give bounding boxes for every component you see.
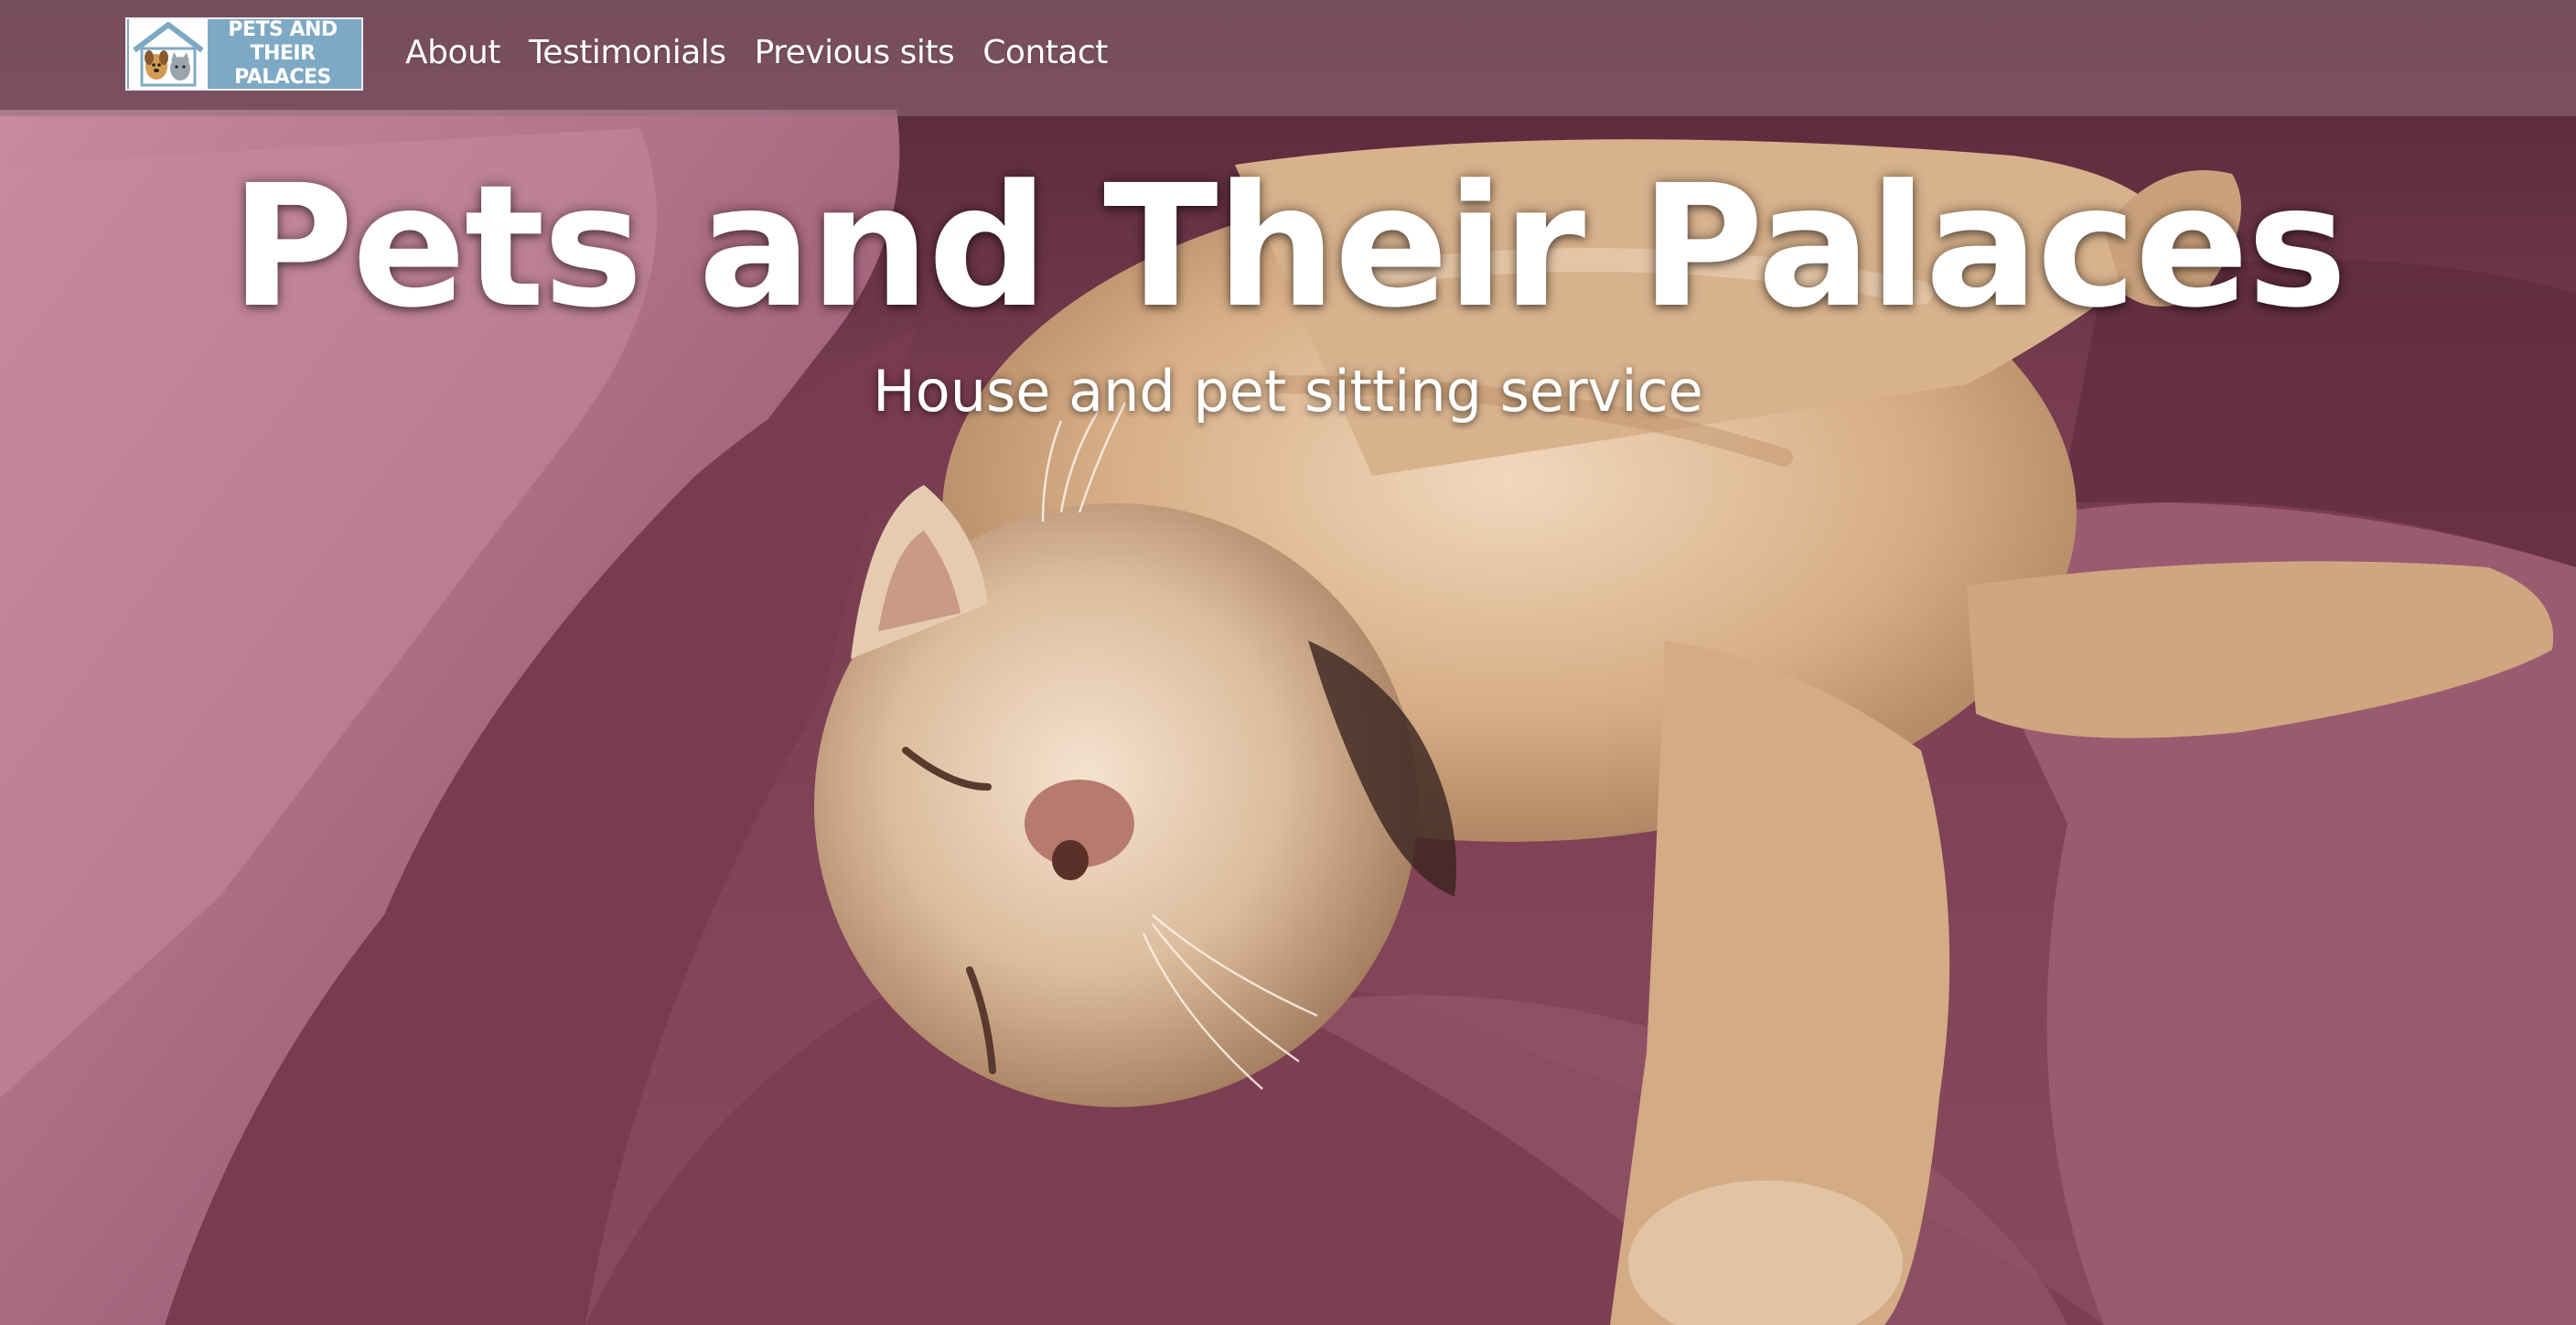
nav-link-previous-sits[interactable]: Previous sits <box>755 27 955 79</box>
logo-text-line1: PETS AND THEIR <box>228 18 338 65</box>
logo-text-line2: PALACES <box>234 66 331 89</box>
site-logo[interactable]: PETS AND THEIR PALACES <box>125 17 363 91</box>
nav-link-contact[interactable]: Contact <box>982 27 1108 79</box>
hero-section: PETS AND THEIR PALACES About Testimonial… <box>0 0 2576 1325</box>
top-navbar: PETS AND THEIR PALACES About Testimonial… <box>0 0 2576 116</box>
nav-link-testimonials[interactable]: Testimonials <box>529 27 726 79</box>
house-with-dog-and-cat-icon <box>129 19 208 89</box>
hero-title: Pets and Their Palaces <box>231 149 2347 345</box>
nav-link-about[interactable]: About <box>405 27 500 79</box>
nav-links: About Testimonials Previous sits Contact <box>405 27 1108 79</box>
logo-text: PETS AND THEIR PALACES <box>208 18 361 90</box>
hero-subtitle: House and pet sitting service <box>873 358 1703 425</box>
